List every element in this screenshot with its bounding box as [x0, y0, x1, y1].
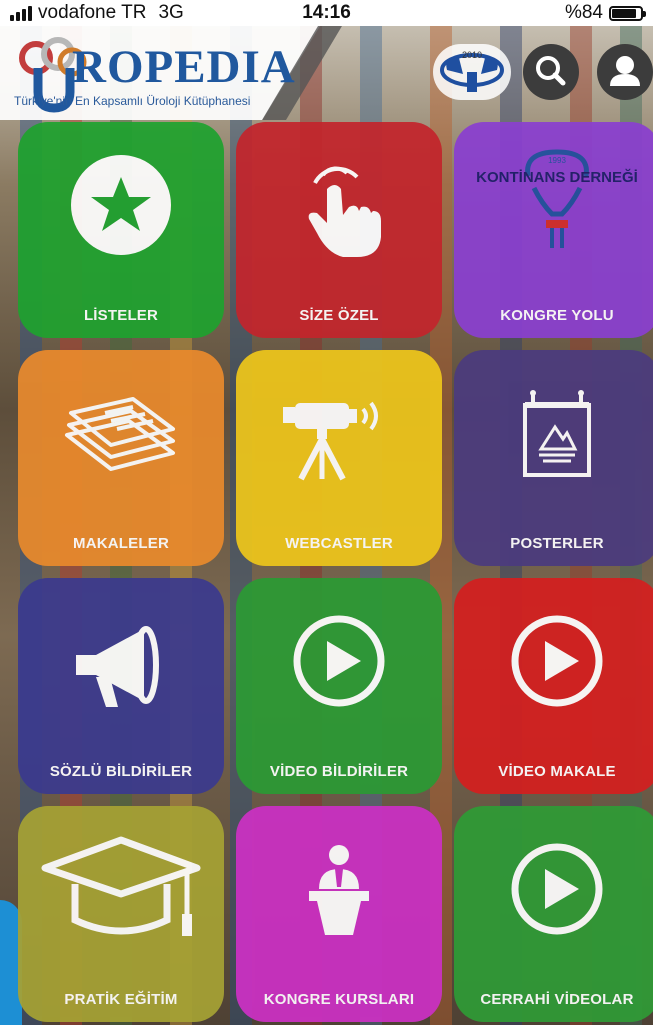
search-button[interactable]: [523, 44, 579, 100]
profile-button[interactable]: [597, 44, 653, 100]
tile-pratik-egitim[interactable]: PRATİK EĞİTİM: [18, 806, 224, 1022]
kontinans-logo-icon: 1993 KONTİNANS DERNEĞİ: [476, 149, 638, 248]
video-camera-icon: [283, 401, 378, 481]
kontinans-title: KONTİNANS DERNEĞİ: [476, 168, 638, 186]
hand-pointer-icon: [308, 166, 381, 257]
documents-icon: [65, 397, 175, 471]
tile-label: PRATİK EĞİTİM: [64, 991, 178, 1008]
tile-cerrahi-videolar[interactable]: CERRAHİ VİDEOLAR: [454, 806, 653, 1022]
tile-label: SİZE ÖZEL: [299, 307, 379, 324]
tile-label: SÖZLÜ BİLDİRİLER: [49, 763, 193, 780]
tile-label: VİDEO MAKALE: [498, 763, 616, 780]
tile-listeler[interactable]: LİSTELER: [18, 122, 224, 338]
kontinans-year: 1993: [548, 156, 566, 165]
tile-webcastler[interactable]: WEBCASTLER: [236, 350, 442, 566]
clock: 14:16: [302, 2, 351, 23]
lecturer-icon: [309, 845, 369, 935]
play-icon: [511, 843, 603, 935]
play-icon: [293, 615, 385, 707]
graduation-cap-icon: [41, 836, 201, 936]
battery-icon: [609, 5, 646, 21]
tile-sozlu-bildiriler[interactable]: SÖZLÜ BİLDİRİLER: [18, 578, 224, 794]
play-icon: [511, 615, 603, 707]
society-logo-button[interactable]: 2010: [433, 44, 511, 100]
tile-label: CERRAHİ VİDEOLAR: [480, 991, 634, 1008]
society-year: 2010: [462, 50, 482, 60]
tile-label: MAKALELER: [73, 535, 169, 552]
tile-label: POSTERLER: [510, 535, 604, 552]
user-icon: [610, 56, 640, 86]
tile-label: LİSTELER: [83, 307, 159, 324]
app-header: ROPEDIA Türkiye'nin En Kapsamlı Üroloji …: [0, 26, 653, 120]
tile-kongre-kurslari[interactable]: KONGRE KURSLARI: [236, 806, 442, 1022]
battery-percent: %84: [564, 2, 603, 23]
tile-kongre-yolu[interactable]: 1993 KONTİNANS DERNEĞİ KONGRE YOLU: [454, 122, 653, 338]
tile-label: WEBCASTLER: [285, 535, 393, 552]
logo-title: ROPEDIA: [72, 41, 296, 93]
status-bar: vodafone TR 3G 14:16 %84: [0, 0, 653, 26]
tile-video-bildiriler[interactable]: VİDEO BİLDİRİLER: [236, 578, 442, 794]
tile-video-makale[interactable]: VİDEO MAKALE: [454, 578, 653, 794]
poster-icon: [523, 390, 591, 477]
megaphone-icon: [76, 626, 159, 707]
logo-tagline: Türkiye'nin En Kapsamlı Üroloji Kütüphan…: [14, 94, 251, 108]
society-logo-icon: 2010: [440, 50, 504, 92]
tile-label: VİDEO BİLDİRİLER: [269, 763, 409, 780]
tile-posterler[interactable]: POSTERLER: [454, 350, 653, 566]
tile-label: KONGRE KURSLARI: [263, 991, 415, 1008]
star-circle-icon: [71, 155, 171, 255]
tile-size-ozel[interactable]: SİZE ÖZEL: [236, 122, 442, 338]
search-icon: [536, 56, 566, 86]
tile-label: KONGRE YOLU: [500, 307, 614, 324]
tile-makaleler[interactable]: MAKALELER: [18, 350, 224, 566]
